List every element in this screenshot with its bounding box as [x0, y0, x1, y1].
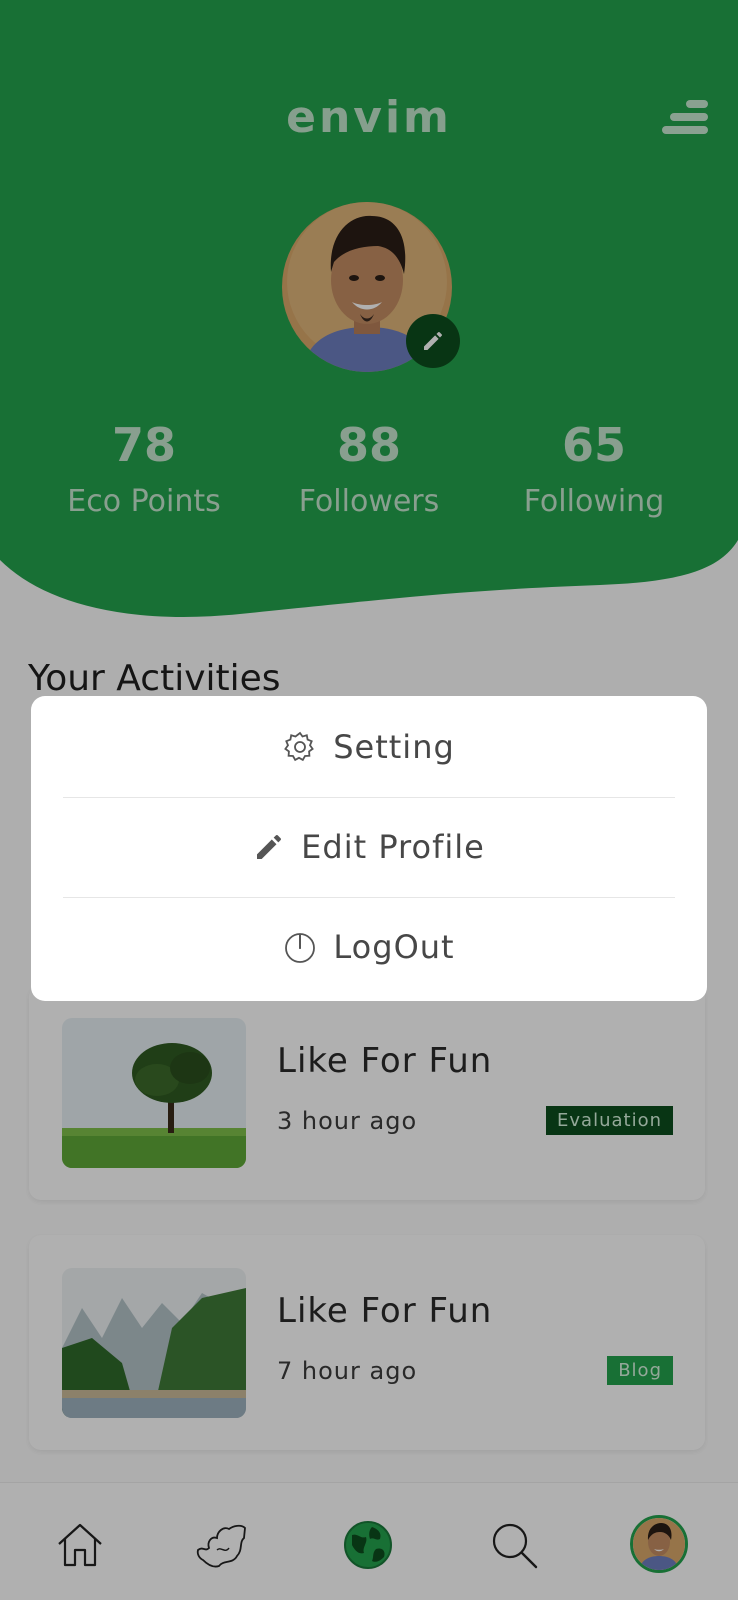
gear-icon — [283, 730, 317, 764]
menu-item-logout[interactable]: LogOut — [63, 898, 675, 996]
menu-item-label: Edit Profile — [301, 828, 485, 866]
menu-item-edit-profile[interactable]: Edit Profile — [63, 798, 675, 896]
menu-item-label: LogOut — [333, 928, 455, 966]
options-menu: Setting Edit Profile LogOut — [31, 696, 707, 1001]
menu-item-label: Setting — [333, 728, 455, 766]
profile-screen: envim 78 Eco Points 88 Followers 65 Foll… — [0, 0, 738, 1600]
power-icon — [283, 930, 317, 964]
menu-item-setting[interactable]: Setting — [63, 698, 675, 796]
pencil-icon — [253, 831, 285, 863]
